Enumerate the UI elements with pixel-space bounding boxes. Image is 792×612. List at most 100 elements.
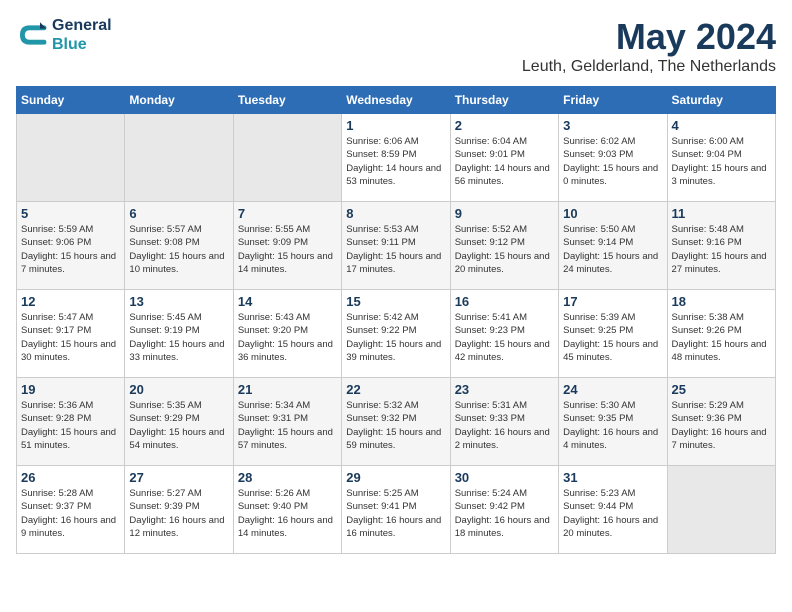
day-number: 15 <box>346 294 445 309</box>
day-number: 24 <box>563 382 662 397</box>
calendar-cell: 22 Sunrise: 5:32 AM Sunset: 9:32 PM Dayli… <box>342 378 450 466</box>
day-number: 10 <box>563 206 662 221</box>
month-title: May 2024 <box>522 16 776 58</box>
header-sunday: Sunday <box>17 87 125 114</box>
day-number: 20 <box>129 382 228 397</box>
logo: General Blue <box>16 16 112 54</box>
day-number: 31 <box>563 470 662 485</box>
calendar-cell: 8 Sunrise: 5:53 AM Sunset: 9:11 PM Daylig… <box>342 202 450 290</box>
day-number: 6 <box>129 206 228 221</box>
calendar-week-5: 26Sunrise: 5:28 AM Sunset: 9:37 PM Dayli… <box>17 466 776 554</box>
day-info: Sunrise: 5:57 AM Sunset: 9:08 PM Dayligh… <box>129 223 228 276</box>
day-info: Sunrise: 5:36 AM Sunset: 9:28 PM Dayligh… <box>21 399 120 452</box>
day-info: Sunrise: 5:38 AM Sunset: 9:26 PM Dayligh… <box>672 311 771 364</box>
calendar-cell: 5Sunrise: 5:59 AM Sunset: 9:06 PM Daylig… <box>17 202 125 290</box>
day-number: 13 <box>129 294 228 309</box>
calendar-week-3: 12Sunrise: 5:47 AM Sunset: 9:17 PM Dayli… <box>17 290 776 378</box>
header-saturday: Saturday <box>667 87 775 114</box>
day-info: Sunrise: 6:02 AM Sunset: 9:03 PM Dayligh… <box>563 135 662 188</box>
calendar-cell: 1 Sunrise: 6:06 AM Sunset: 8:59 PM Daylig… <box>342 114 450 202</box>
calendar-cell: 31Sunrise: 5:23 AM Sunset: 9:44 PM Dayli… <box>559 466 667 554</box>
day-info: Sunrise: 5:34 AM Sunset: 9:31 PM Dayligh… <box>238 399 337 452</box>
logo-icon <box>16 19 48 51</box>
calendar-week-2: 5Sunrise: 5:59 AM Sunset: 9:06 PM Daylig… <box>17 202 776 290</box>
calendar-cell: 7Sunrise: 5:55 AM Sunset: 9:09 PM Daylig… <box>233 202 341 290</box>
day-number: 17 <box>563 294 662 309</box>
calendar-cell: 27Sunrise: 5:27 AM Sunset: 9:39 PM Dayli… <box>125 466 233 554</box>
calendar-cell: 10 Sunrise: 5:50 AM Sunset: 9:14 PM Dayli… <box>559 202 667 290</box>
day-number: 14 <box>238 294 337 309</box>
calendar-cell <box>667 466 775 554</box>
day-info: Sunrise: 6:00 AM Sunset: 9:04 PM Dayligh… <box>672 135 771 188</box>
calendar-cell: 6 Sunrise: 5:57 AM Sunset: 9:08 PM Daylig… <box>125 202 233 290</box>
day-number: 1 <box>346 118 445 133</box>
calendar-cell: 13 Sunrise: 5:45 AM Sunset: 9:19 PM Dayli… <box>125 290 233 378</box>
day-number: 2 <box>455 118 554 133</box>
day-info: Sunrise: 5:30 AM Sunset: 9:35 PM Dayligh… <box>563 399 662 452</box>
day-number: 16 <box>455 294 554 309</box>
calendar-cell: 21Sunrise: 5:34 AM Sunset: 9:31 PM Dayli… <box>233 378 341 466</box>
day-info: Sunrise: 5:50 AM Sunset: 9:14 PM Dayligh… <box>563 223 662 276</box>
calendar-cell: 14 Sunrise: 5:43 AM Sunset: 9:20 PM Dayli… <box>233 290 341 378</box>
day-number: 19 <box>21 382 120 397</box>
day-info: Sunrise: 5:45 AM Sunset: 9:19 PM Dayligh… <box>129 311 228 364</box>
calendar-cell: 17 Sunrise: 5:39 AM Sunset: 9:25 PM Dayli… <box>559 290 667 378</box>
calendar-cell <box>125 114 233 202</box>
day-number: 9 <box>455 206 554 221</box>
calendar-cell: 11 Sunrise: 5:48 AM Sunset: 9:16 PM Dayli… <box>667 202 775 290</box>
day-info: Sunrise: 5:32 AM Sunset: 9:32 PM Dayligh… <box>346 399 445 452</box>
location: Leuth, Gelderland, The Netherlands <box>522 58 776 76</box>
header-thursday: Thursday <box>450 87 558 114</box>
calendar-cell: 29Sunrise: 5:25 AM Sunset: 9:41 PM Dayli… <box>342 466 450 554</box>
day-info: Sunrise: 5:43 AM Sunset: 9:20 PM Dayligh… <box>238 311 337 364</box>
day-number: 8 <box>346 206 445 221</box>
calendar-cell: 19 Sunrise: 5:36 AM Sunset: 9:28 PM Dayli… <box>17 378 125 466</box>
calendar-cell: 24 Sunrise: 5:30 AM Sunset: 9:35 PM Dayli… <box>559 378 667 466</box>
calendar-cell: 26Sunrise: 5:28 AM Sunset: 9:37 PM Dayli… <box>17 466 125 554</box>
day-info: Sunrise: 5:41 AM Sunset: 9:23 PM Dayligh… <box>455 311 554 364</box>
day-info: Sunrise: 5:25 AM Sunset: 9:41 PM Dayligh… <box>346 487 445 540</box>
header-wednesday: Wednesday <box>342 87 450 114</box>
calendar-cell: 4 Sunrise: 6:00 AM Sunset: 9:04 PM Daylig… <box>667 114 775 202</box>
day-info: Sunrise: 5:55 AM Sunset: 9:09 PM Dayligh… <box>238 223 337 276</box>
calendar-week-1: 1 Sunrise: 6:06 AM Sunset: 8:59 PM Daylig… <box>17 114 776 202</box>
day-number: 25 <box>672 382 771 397</box>
day-number: 3 <box>563 118 662 133</box>
calendar-cell: 18Sunrise: 5:38 AM Sunset: 9:26 PM Dayli… <box>667 290 775 378</box>
day-info: Sunrise: 6:06 AM Sunset: 8:59 PM Dayligh… <box>346 135 445 188</box>
calendar-header-row: SundayMondayTuesdayWednesdayThursdayFrid… <box>17 87 776 114</box>
day-info: Sunrise: 5:29 AM Sunset: 9:36 PM Dayligh… <box>672 399 771 452</box>
day-info: Sunrise: 5:35 AM Sunset: 9:29 PM Dayligh… <box>129 399 228 452</box>
day-info: Sunrise: 5:59 AM Sunset: 9:06 PM Dayligh… <box>21 223 120 276</box>
header-friday: Friday <box>559 87 667 114</box>
calendar-cell: 15 Sunrise: 5:42 AM Sunset: 9:22 PM Dayli… <box>342 290 450 378</box>
calendar-cell: 28 Sunrise: 5:26 AM Sunset: 9:40 PM Dayli… <box>233 466 341 554</box>
day-info: Sunrise: 5:42 AM Sunset: 9:22 PM Dayligh… <box>346 311 445 364</box>
calendar-cell: 12Sunrise: 5:47 AM Sunset: 9:17 PM Dayli… <box>17 290 125 378</box>
day-number: 12 <box>21 294 120 309</box>
day-number: 4 <box>672 118 771 133</box>
day-number: 28 <box>238 470 337 485</box>
day-number: 27 <box>129 470 228 485</box>
day-info: Sunrise: 5:31 AM Sunset: 9:33 PM Dayligh… <box>455 399 554 452</box>
day-info: Sunrise: 5:48 AM Sunset: 9:16 PM Dayligh… <box>672 223 771 276</box>
day-info: Sunrise: 5:52 AM Sunset: 9:12 PM Dayligh… <box>455 223 554 276</box>
day-info: Sunrise: 5:26 AM Sunset: 9:40 PM Dayligh… <box>238 487 337 540</box>
calendar-cell: 3 Sunrise: 6:02 AM Sunset: 9:03 PM Daylig… <box>559 114 667 202</box>
logo-text: General Blue <box>52 16 112 54</box>
calendar-cell: 20 Sunrise: 5:35 AM Sunset: 9:29 PM Dayli… <box>125 378 233 466</box>
calendar-cell: 16 Sunrise: 5:41 AM Sunset: 9:23 PM Dayli… <box>450 290 558 378</box>
day-number: 22 <box>346 382 445 397</box>
day-info: Sunrise: 5:53 AM Sunset: 9:11 PM Dayligh… <box>346 223 445 276</box>
title-block: May 2024 Leuth, Gelderland, The Netherla… <box>522 16 776 76</box>
header-tuesday: Tuesday <box>233 87 341 114</box>
calendar-cell: 30Sunrise: 5:24 AM Sunset: 9:42 PM Dayli… <box>450 466 558 554</box>
day-info: Sunrise: 5:39 AM Sunset: 9:25 PM Dayligh… <box>563 311 662 364</box>
calendar-cell: 2Sunrise: 6:04 AM Sunset: 9:01 PM Daylig… <box>450 114 558 202</box>
day-info: Sunrise: 5:24 AM Sunset: 9:42 PM Dayligh… <box>455 487 554 540</box>
calendar-cell: 23 Sunrise: 5:31 AM Sunset: 9:33 PM Dayli… <box>450 378 558 466</box>
calendar-cell <box>233 114 341 202</box>
day-number: 11 <box>672 206 771 221</box>
day-number: 23 <box>455 382 554 397</box>
header-monday: Monday <box>125 87 233 114</box>
